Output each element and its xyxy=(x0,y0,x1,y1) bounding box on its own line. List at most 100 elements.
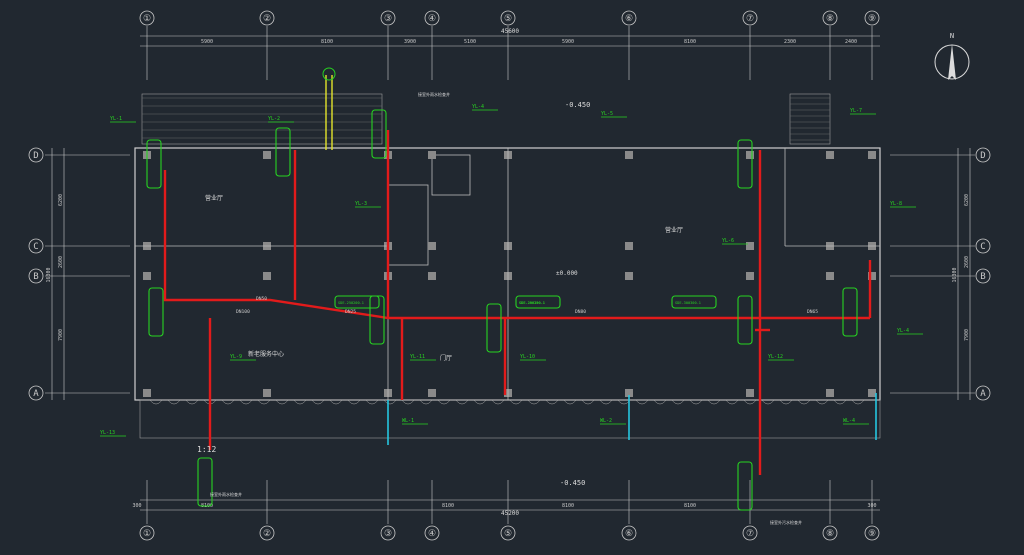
riser-label: YL-13 xyxy=(100,430,115,436)
axis-letter: A xyxy=(980,389,986,399)
pipe-size-label: DN65 xyxy=(807,309,818,315)
column xyxy=(826,151,834,159)
elevation-top: -0.450 xyxy=(565,101,590,109)
note-text: 接室外雨水检查井 xyxy=(418,91,450,97)
column xyxy=(625,242,633,250)
riser-label: WL-2 xyxy=(600,418,612,424)
dim-label: 3900 xyxy=(404,39,416,45)
axis-number: ② xyxy=(263,14,271,24)
pipe-layer xyxy=(163,67,877,475)
dim-label: 8100 xyxy=(321,39,333,45)
axis-letter: B xyxy=(33,272,38,282)
axis-letter: B xyxy=(980,272,985,282)
room-name: 营业厅 xyxy=(205,194,223,202)
elevator xyxy=(431,154,471,196)
column xyxy=(868,151,876,159)
dim-bottom-total: 45200 xyxy=(501,510,519,517)
door-swing xyxy=(185,399,199,405)
pipe-size-label: DN25 xyxy=(345,309,356,315)
north-arrow-icon: N xyxy=(934,32,970,80)
equipment-label: SDE-250200-1 xyxy=(338,301,364,305)
riser-label: YL-3 xyxy=(355,201,367,207)
riser-label: YL-12 xyxy=(768,354,783,360)
axis-letter: D xyxy=(33,151,38,161)
riser-label: YL-1 xyxy=(110,116,122,122)
door-swing xyxy=(833,399,847,405)
axis-number: ③ xyxy=(384,529,392,539)
column xyxy=(746,389,754,397)
door-swing xyxy=(725,399,739,405)
equipment-box xyxy=(737,139,753,189)
door-swing xyxy=(311,399,325,405)
axis-number: ① xyxy=(143,529,151,539)
door-swing xyxy=(149,399,163,405)
equipment-box xyxy=(275,127,291,177)
riser-label: YL-4 xyxy=(472,104,484,110)
riser-label: YL-10 xyxy=(520,354,535,360)
door-swing xyxy=(221,399,235,405)
axis-number: ⑦ xyxy=(746,14,754,24)
column xyxy=(263,272,271,280)
door-swing xyxy=(761,399,775,405)
equipment-box xyxy=(371,109,387,159)
door-swing xyxy=(419,399,433,405)
equipment-box xyxy=(369,295,385,345)
axis-number: ⑨ xyxy=(868,529,876,539)
north-label: N xyxy=(950,32,954,40)
door-swing xyxy=(509,399,523,405)
column xyxy=(868,389,876,397)
equipment-label: SDE-300300-1 xyxy=(675,301,701,305)
dim-label: 300 xyxy=(867,503,876,509)
column xyxy=(143,272,151,280)
dim-label: 5100 xyxy=(464,39,476,45)
door-swing xyxy=(599,399,613,405)
door-swing xyxy=(365,399,379,405)
equipment-box xyxy=(146,139,162,189)
dim-label: 5900 xyxy=(201,39,213,45)
room-name: 门厅 xyxy=(440,354,452,362)
axis-number: ② xyxy=(263,529,271,539)
axis-number: ⑤ xyxy=(504,529,512,539)
door-swing xyxy=(437,399,451,405)
door-swing xyxy=(275,399,289,405)
dim-label: 7900 xyxy=(964,329,970,341)
column xyxy=(826,389,834,397)
equipment-layer xyxy=(146,109,858,511)
door-swing xyxy=(329,399,343,405)
door-swing xyxy=(473,399,487,405)
column xyxy=(625,272,633,280)
column xyxy=(263,151,271,159)
axis-letter: C xyxy=(33,242,38,252)
axis-letter: C xyxy=(980,242,985,252)
dim-label: 2600 xyxy=(58,256,64,268)
dim-label: 8100 xyxy=(684,39,696,45)
riser-label: YL-9 xyxy=(230,354,242,360)
axis-number: ④ xyxy=(428,14,436,24)
dim-label: 2400 xyxy=(845,39,857,45)
dim-label: 8100 xyxy=(684,503,696,509)
axis-number: ⑨ xyxy=(868,14,876,24)
door-swing xyxy=(491,399,505,405)
column xyxy=(428,272,436,280)
dim-label: 16300 xyxy=(46,267,52,282)
door-swing xyxy=(851,399,865,405)
door-swing xyxy=(167,399,181,405)
column xyxy=(746,151,754,159)
elevation-bottom: -0.450 xyxy=(560,479,585,487)
door-swing xyxy=(239,399,253,405)
elevation-center: ±0.000 xyxy=(556,270,578,277)
note-text: 接室外雨水检查井 xyxy=(210,491,242,497)
riser-label: YL-7 xyxy=(850,108,862,114)
equipment-box xyxy=(842,287,858,337)
room-name: 新老服务中心 xyxy=(248,350,284,358)
door-swing xyxy=(743,399,757,405)
door-swing xyxy=(635,399,649,405)
room-name: 营业厅 xyxy=(665,226,683,234)
axis-number: ④ xyxy=(428,529,436,539)
dim-label: 2600 xyxy=(964,256,970,268)
equipment-box xyxy=(197,457,213,507)
cad-drawing-canvas: ① ① ② ② ③ ③ ④ ④ ⑤ ⑤ ⑥ ⑥ ⑦ ⑦ ⑧ ⑧ ⑨ ⑨ D D C C B B A A 5900 8100 3900 51… xyxy=(28,10,991,541)
riser-label: YL-2 xyxy=(268,116,280,122)
canopy-top xyxy=(141,93,383,145)
door-swing xyxy=(347,399,361,405)
